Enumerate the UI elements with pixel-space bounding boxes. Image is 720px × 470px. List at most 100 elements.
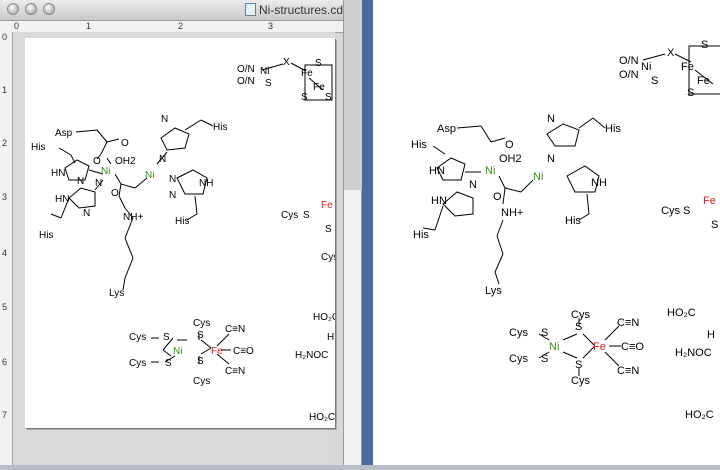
label: S (197, 330, 204, 341)
label: S (301, 92, 308, 103)
label: C≡N (225, 366, 245, 377)
atom-label: OH2 (499, 153, 522, 165)
nickel-complex-structure[interactable] (422, 117, 606, 285)
label: H (327, 332, 334, 343)
atom-label: 6 (2, 357, 8, 367)
atom-label: His (605, 123, 621, 135)
atom-label: O/N (619, 55, 639, 67)
atom-label: 0 (14, 21, 20, 31)
label: His (175, 216, 189, 227)
atom-label: His (413, 229, 429, 241)
label: Cys (321, 252, 335, 263)
label: HN (51, 168, 65, 179)
atom-label: His (411, 139, 427, 151)
chemical-structures-zoomed: O/N O/N Ni S X Fe S S Fe Asp O His Ni OH… (411, 39, 720, 421)
label: S (197, 356, 204, 367)
atom-label: 2 (178, 21, 184, 31)
left-window: Ni-structures.cd 0 1 2 3 0 1 2 3 4 5 6 7… (0, 0, 344, 465)
label: O (121, 138, 129, 149)
atom-label: C≡O (621, 341, 644, 353)
atom-label: Cys (571, 375, 590, 387)
label: N (161, 114, 168, 125)
label: X (283, 57, 290, 68)
label: O (93, 156, 101, 167)
label: S (325, 92, 332, 103)
atom-label: Cys (571, 309, 590, 321)
atom-label: 7 (2, 410, 8, 420)
nickel-complex-structure[interactable] (50, 119, 214, 291)
label: Ni (173, 346, 182, 357)
atom-label: S (541, 353, 548, 365)
atom-label: S (651, 75, 658, 87)
label: HN (55, 194, 69, 205)
label: Cys (193, 376, 210, 387)
atom-label: X (667, 47, 675, 59)
label: Ni (260, 66, 269, 77)
vertical-ruler: 0 1 2 3 4 5 6 7 (0, 32, 13, 465)
close-button[interactable] (7, 3, 19, 15)
label: N (169, 190, 176, 201)
label: S (315, 58, 322, 69)
label: C≡O (233, 346, 254, 357)
label: N (159, 154, 166, 165)
atom-label: S (701, 39, 708, 51)
atom-label: S (575, 359, 582, 371)
label: S (165, 358, 172, 369)
label: C≡N (225, 324, 245, 335)
label: Cys (129, 332, 146, 343)
atom-label: HN (429, 165, 445, 177)
atom-label: S (541, 327, 548, 339)
atom-label: Fe (703, 195, 716, 207)
label: O/N (237, 76, 255, 87)
atom-label: Cys (661, 205, 680, 217)
label: N (77, 176, 84, 187)
atom-label: Ni (485, 165, 495, 177)
atom-label: Ni (533, 171, 543, 183)
atom-label: S (711, 219, 718, 231)
label: OH2 (115, 156, 136, 167)
document-icon (245, 3, 256, 16)
atom-label: N (547, 153, 555, 165)
atom-label: S (683, 205, 690, 217)
vertical-ruler-right (344, 190, 362, 465)
atom-label: His (565, 215, 581, 227)
document-page[interactable]: O/N O/N Ni S X Fe S S S Fe Asp O His Ni … (25, 38, 339, 428)
atom-label: Asp (437, 123, 456, 135)
atom-label: C≡N (617, 365, 639, 377)
label: S (303, 210, 310, 221)
atom-label: N (547, 113, 555, 125)
label: Fe (313, 82, 325, 93)
atom-label: O (493, 191, 502, 203)
atom-label: HO₂C (667, 307, 696, 319)
label: N (169, 174, 176, 185)
label: NH (199, 178, 213, 189)
label: S (325, 224, 332, 235)
atom-label: O/N (619, 69, 639, 81)
label: HO₂C (309, 412, 335, 423)
title-bar[interactable]: Ni-structures.cd (0, 0, 343, 21)
atom-label: 2 (2, 138, 8, 148)
atom-label: S (687, 87, 694, 99)
window-frame-bar (362, 0, 373, 465)
label: Asp (55, 128, 73, 139)
atom-label: Lys (485, 285, 502, 297)
atom-label: 1 (86, 21, 92, 31)
atom-label: C≡N (617, 317, 639, 329)
label: NH+ (123, 212, 143, 223)
chemical-structures: O/N O/N Ni S X Fe S S S Fe Asp O His Ni … (31, 57, 339, 423)
atom-label: N (469, 179, 477, 191)
atom-label: Fe (593, 341, 606, 353)
label: N (83, 208, 90, 219)
label: H₂NOC (295, 350, 328, 361)
zoom-button[interactable] (43, 3, 55, 15)
atom-label: Cys (509, 353, 528, 365)
label: Cys (281, 210, 298, 221)
atom-label: NH+ (501, 207, 523, 219)
atom-label: 5 (2, 302, 8, 312)
minimize-button[interactable] (25, 3, 37, 15)
right-window[interactable]: O/N O/N Ni S X Fe S S Fe Asp O His Ni OH… (373, 0, 720, 465)
atom-label: Ni (641, 61, 651, 73)
atom-label: 0 (2, 32, 8, 42)
atom-label: Ni (549, 341, 559, 353)
atom-label: HO₂C (685, 409, 714, 421)
